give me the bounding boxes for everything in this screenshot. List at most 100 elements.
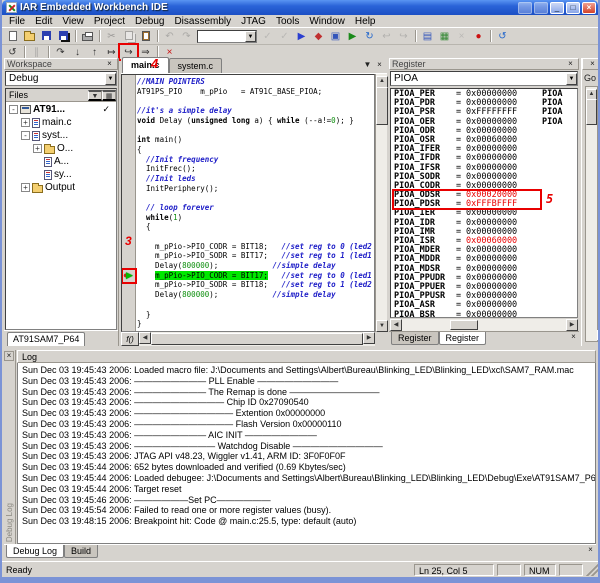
toggle-breakpoint-button[interactable]: ● <box>470 29 487 43</box>
tree-item-sy[interactable]: sy... <box>6 168 116 181</box>
editor-tab-system-c[interactable]: system.c <box>169 58 223 73</box>
menu-edit[interactable]: Edit <box>30 16 57 27</box>
expand-icon[interactable]: + <box>33 144 42 153</box>
scroll-left-icon[interactable]: ◀ <box>139 332 151 344</box>
log-tab-debug-log[interactable]: Debug Log <box>6 545 64 558</box>
register-tab-0[interactable]: Register <box>391 332 439 345</box>
register-title-bar[interactable]: Register × <box>389 58 579 70</box>
scroll-right-icon[interactable]: ▶ <box>363 332 375 344</box>
log-line: Sun Dec 03 19:45:44 2006: Target reset <box>22 484 595 495</box>
toggle-bookmark-button[interactable]: ▶ <box>293 29 310 43</box>
menu-file[interactable]: File <box>4 16 30 27</box>
stop-debugger-icon: × <box>167 47 173 58</box>
editor-vscroll-thumb[interactable] <box>376 87 388 125</box>
register-close-icon[interactable]: × <box>565 59 576 69</box>
tree-item-output[interactable]: +Output <box>6 181 116 194</box>
find-combo-input[interactable]: ▼ <box>197 30 257 43</box>
editor-hscroll-thumb[interactable] <box>151 333 363 345</box>
title-bar[interactable]: IAR Embedded Workbench IDE _ □ × <box>2 0 598 15</box>
chevron-down-icon[interactable]: ▼ <box>245 31 256 42</box>
menu-debug[interactable]: Debug <box>130 16 169 27</box>
disassembly-scroll-thumb[interactable] <box>586 99 597 125</box>
editor-horizontal-scrollbar[interactable]: f() ◀ ▶ <box>121 332 375 346</box>
register-horizontal-scrollbar[interactable]: ◀ ▶ <box>390 319 578 331</box>
workspace-tab-at91sam7[interactable]: AT91SAM7_P64 <box>7 332 85 346</box>
register-row-pioa_bsr[interactable]: PIOA_BSR=0x00000000 <box>394 311 577 319</box>
register-hscroll-thumb[interactable] <box>450 320 478 330</box>
disassembly-title-bar[interactable]: × <box>582 58 600 70</box>
function-list-button[interactable]: f() <box>121 332 139 346</box>
code-area[interactable]: 3●▶ //MAIN POINTERSAT91PS_PIO m_pPio = A… <box>121 74 375 332</box>
disassembly-scrollbar[interactable]: ▲ ▼ <box>585 86 598 342</box>
expand-icon[interactable]: - <box>9 105 18 114</box>
menu-window[interactable]: Window <box>304 16 350 27</box>
maximize-button[interactable]: □ <box>566 2 580 14</box>
log-tab-build[interactable]: Build <box>64 545 98 558</box>
chevron-down-icon[interactable]: ▼ <box>566 73 577 85</box>
tree-item-a[interactable]: A... <box>6 155 116 168</box>
make-button[interactable]: ▶ <box>344 29 361 43</box>
save-button[interactable] <box>38 29 55 43</box>
close-button[interactable]: × <box>582 2 596 14</box>
scroll-right-icon[interactable]: ▶ <box>566 319 578 331</box>
code-segment: ); <box>209 290 272 299</box>
print-button[interactable] <box>79 29 96 43</box>
code-line: //Init frequency <box>137 155 374 165</box>
workspace-title-bar[interactable]: Workspace × <box>4 58 118 70</box>
menu-help[interactable]: Help <box>350 16 381 27</box>
tree-item-o[interactable]: +O... <box>6 142 116 155</box>
watch-window-button[interactable]: ▣ <box>327 29 344 43</box>
disassembly-close-icon[interactable]: × <box>587 59 598 69</box>
scroll-left-icon[interactable]: ◀ <box>390 319 402 331</box>
resize-grip[interactable] <box>586 564 598 576</box>
log-side-strip: × Debug Log <box>4 350 16 544</box>
register-group-dropdown[interactable]: PIOA ▼ <box>390 71 578 86</box>
reset-button[interactable]: ↺ <box>4 45 21 59</box>
step-over-button[interactable]: ↷ <box>52 45 69 59</box>
file-status-icon[interactable]: ▦ <box>102 90 116 101</box>
expand-icon[interactable]: + <box>21 183 30 192</box>
new-document-button[interactable] <box>4 29 21 43</box>
workspace-close-icon[interactable]: × <box>104 59 115 69</box>
sort-order-icon[interactable]: ▼ <box>88 90 102 101</box>
editor-close-icon[interactable]: × <box>374 60 385 70</box>
step-out-button[interactable]: ↑ <box>86 45 103 59</box>
register-tabs-close-icon[interactable]: × <box>568 332 579 342</box>
expand-icon[interactable]: - <box>21 131 30 140</box>
open-file-button[interactable] <box>21 29 38 43</box>
project-overview-button[interactable]: ▦ <box>436 29 453 43</box>
log-body[interactable]: Sun Dec 03 19:45:43 2006: Loaded macro f… <box>17 363 596 544</box>
build-files-button[interactable]: ▤ <box>419 29 436 43</box>
execution-point-marker[interactable]: ●▶ <box>123 270 135 282</box>
scroll-up-icon[interactable]: ▲ <box>376 76 388 88</box>
code-line: InitFrec(); <box>137 164 374 174</box>
editor-tab-main-c[interactable]: main.c4 <box>122 57 169 73</box>
menu-project[interactable]: Project <box>89 16 130 27</box>
code-segment: while <box>277 116 300 125</box>
next-bookmark-button[interactable]: ◆ <box>310 29 327 43</box>
tab-scroll-icon[interactable]: ▼ <box>362 60 373 70</box>
tree-item-at91[interactable]: -AT91...✓ <box>6 103 116 116</box>
minimize-button[interactable]: _ <box>550 2 564 14</box>
save-all-button[interactable] <box>55 29 72 43</box>
menu-jtag[interactable]: JTAG <box>236 16 271 27</box>
menu-tools[interactable]: Tools <box>271 16 304 27</box>
menu-view[interactable]: View <box>57 16 89 27</box>
code-segment: AT91PS_PIO m_pPio = AT91C_BASE_PIOA; <box>137 87 322 96</box>
chevron-down-icon[interactable]: ▼ <box>105 73 116 85</box>
workspace-config-dropdown[interactable]: Debug ▼ <box>5 71 117 86</box>
expand-icon[interactable]: + <box>21 118 30 127</box>
paste-button[interactable] <box>137 29 154 43</box>
compile-button[interactable]: ↻ <box>361 29 378 43</box>
menu-disassembly[interactable]: Disassembly <box>169 16 236 27</box>
log-close-icon[interactable]: × <box>4 351 14 361</box>
debugger-restart-button[interactable]: ↺ <box>494 29 511 43</box>
register-tab-1[interactable]: Register <box>439 332 487 345</box>
step-into-button[interactable]: ↓ <box>69 45 86 59</box>
tree-item-mainc[interactable]: +main.c <box>6 116 116 129</box>
next-statement-button[interactable]: ↦ <box>103 45 120 59</box>
log-tabs-close-icon[interactable]: × <box>585 545 596 555</box>
editor-vertical-scrollbar[interactable]: ▲ ▼ <box>375 74 387 332</box>
tree-item-syst[interactable]: -syst... <box>6 129 116 142</box>
scroll-down-icon[interactable]: ▼ <box>376 320 388 332</box>
